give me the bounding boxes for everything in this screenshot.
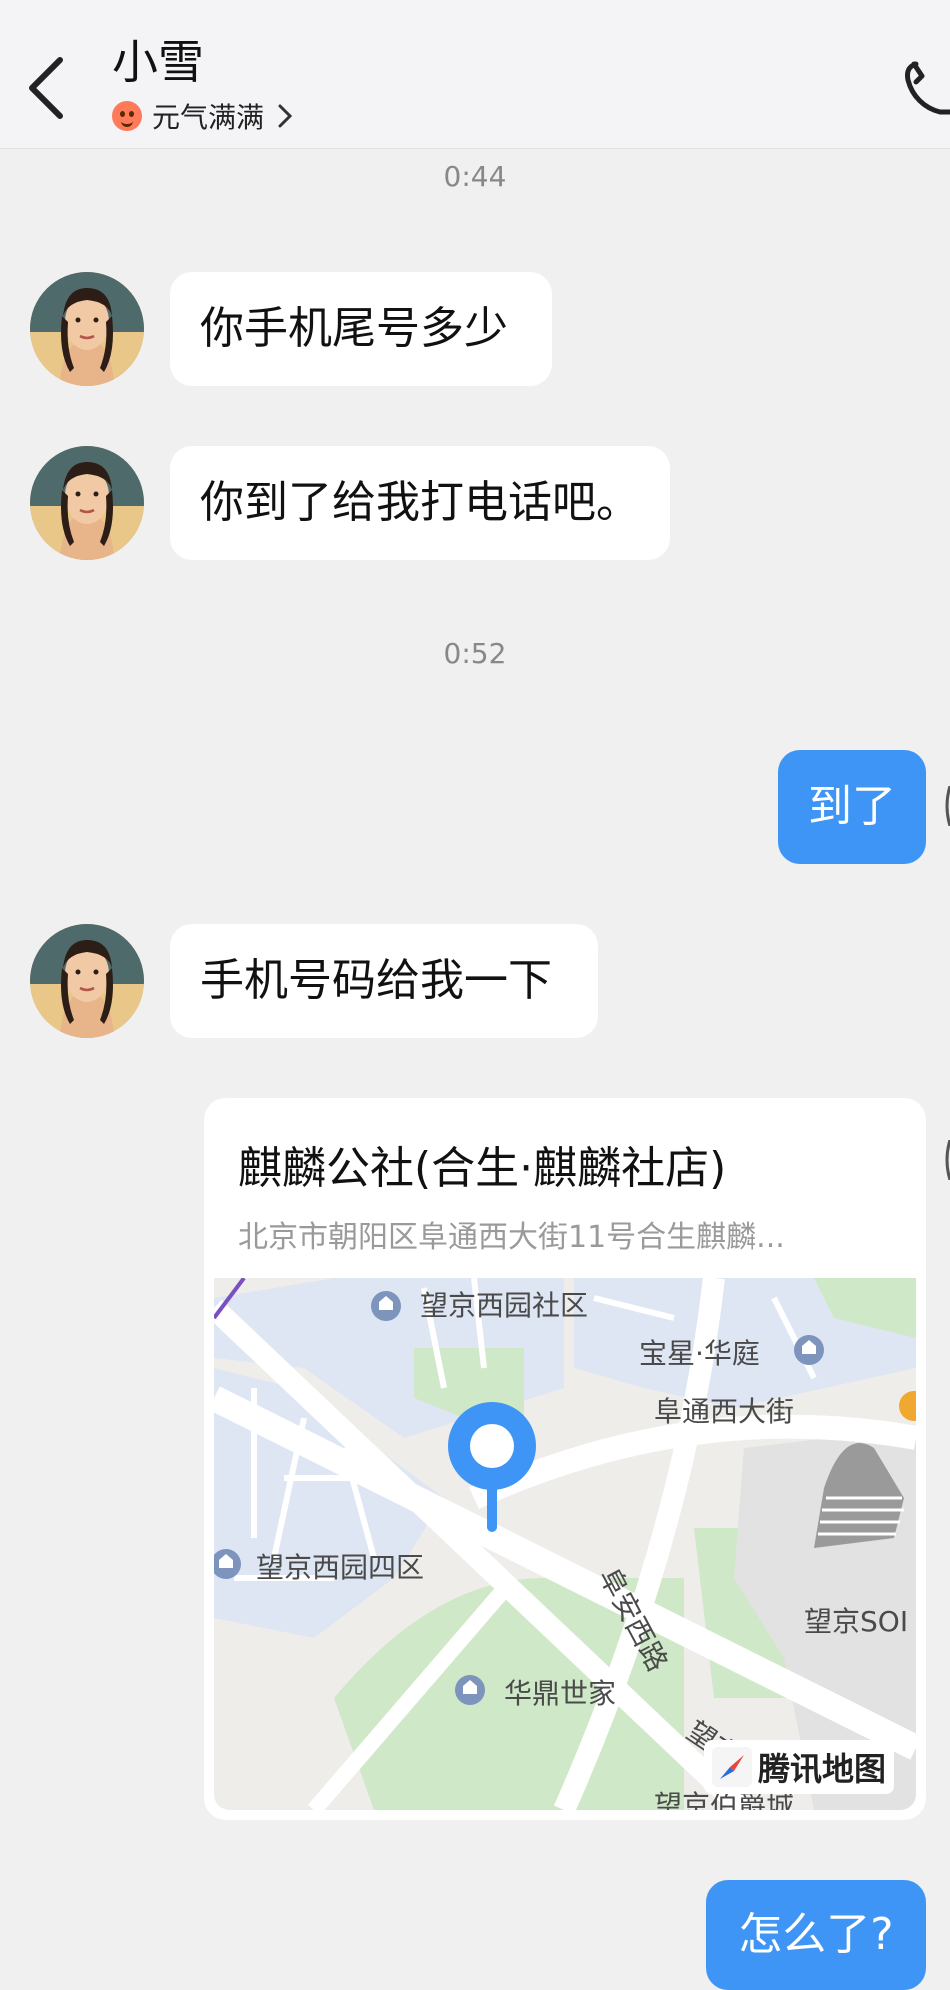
map-graphic [214,1278,916,1810]
smiling-face-icon [112,101,142,131]
location-name: 麒麟公社(合生·麒麟社店) [238,1143,727,1194]
contact-status[interactable]: 元气满满 [112,96,296,136]
timestamp: 0:52 [443,637,507,670]
map-label: 望京SOI [804,1605,909,1638]
map-label: 望京西园四区 [256,1551,425,1584]
own-avatar-edge [945,1140,950,1180]
map-provider-logo: 腾讯地图 [704,1740,895,1794]
map-logo-text: 腾讯地图 [758,1750,887,1788]
status-text: 元气满满 [152,101,265,134]
avatar[interactable] [30,924,144,1038]
own-avatar-edge [945,786,950,826]
message-bubble-incoming[interactable]: 你到了给我打电话吧。 [170,446,670,560]
map-label: 宝星·华庭 [639,1337,760,1370]
chevron-right-icon [278,104,293,128]
back-chevron-icon[interactable] [20,48,76,128]
location-address: 北京市朝阳区阜通西大街11号合生麒麟... [238,1220,785,1255]
avatar[interactable] [30,272,144,386]
map-label: 华鼎世家 [504,1677,617,1710]
timestamp: 0:44 [443,160,507,193]
location-card[interactable]: 麒麟公社(合生·麒麟社店) 北京市朝阳区阜通西大街11号合生麒麟... 望京西园… [204,1098,926,1820]
message-bubble-incoming[interactable]: 手机号码给我一下 [170,924,598,1038]
message-bubble-incoming[interactable]: 你手机尾号多少 [170,272,552,386]
avatar[interactable] [30,446,144,560]
map-label: 阜通西大街 [654,1395,795,1428]
message-bubble-outgoing[interactable]: 到了 [778,750,926,864]
location-map[interactable]: 望京西园社区 宝星·华庭 阜通西大街 望京西园四区 阜安西路 望京SOI 华鼎世… [214,1278,916,1810]
phone-icon[interactable] [900,56,950,116]
map-label: 望京西园社区 [420,1289,589,1322]
compass-icon [712,1747,752,1787]
message-bubble-outgoing[interactable]: 怎么了? [706,1880,926,1990]
chat-header: 小雪 元气满满 [0,0,950,149]
contact-name[interactable]: 小雪 [112,26,204,92]
